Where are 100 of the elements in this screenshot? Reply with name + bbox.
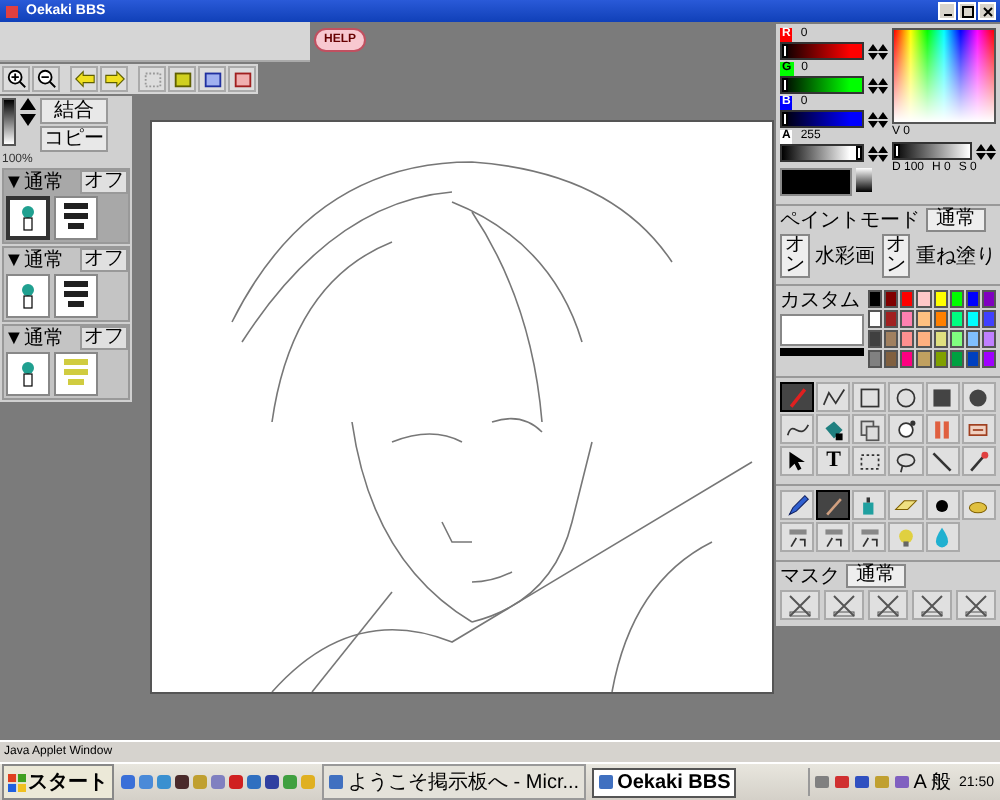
start-button[interactable]: スタート bbox=[2, 764, 114, 800]
color-swatch[interactable] bbox=[981, 310, 996, 328]
color-swatch[interactable] bbox=[900, 290, 915, 308]
zoom-in-button[interactable] bbox=[2, 66, 30, 92]
layer-button[interactable] bbox=[198, 66, 226, 92]
taskbar-button[interactable]: ようこそ掲示板へ - Micr... bbox=[322, 764, 586, 800]
color-swatch[interactable] bbox=[868, 350, 883, 368]
taskbar-button[interactable]: Oekaki BBS bbox=[591, 767, 737, 797]
layer-row[interactable]: ▼通常 オフ bbox=[2, 168, 130, 244]
tool-button[interactable] bbox=[888, 446, 924, 476]
brush-button[interactable] bbox=[780, 490, 815, 520]
color-swatch[interactable] bbox=[933, 350, 948, 368]
color-swatch[interactable] bbox=[965, 290, 980, 308]
layer-row[interactable]: ▼通常 オフ bbox=[2, 324, 130, 400]
color-swatch[interactable] bbox=[900, 330, 915, 348]
step-arrows-icon[interactable] bbox=[868, 111, 888, 127]
brush-button[interactable] bbox=[816, 490, 851, 520]
slider-thumb[interactable] bbox=[894, 144, 900, 158]
tool-button[interactable] bbox=[961, 446, 996, 476]
brush-button[interactable] bbox=[925, 490, 960, 520]
visibility-toggle[interactable]: オフ bbox=[80, 326, 128, 350]
color-swatch[interactable] bbox=[868, 330, 883, 348]
layer-mode[interactable]: ▼通常 bbox=[4, 249, 64, 271]
layer-row[interactable]: ▼通常 オフ bbox=[2, 246, 130, 322]
tool-button[interactable] bbox=[780, 446, 815, 476]
step-arrows-icon[interactable] bbox=[868, 145, 888, 161]
step-arrows-icon[interactable] bbox=[868, 77, 888, 93]
paint-mode-dropdown[interactable]: 通常 bbox=[926, 208, 986, 232]
color-swatch[interactable] bbox=[965, 330, 980, 348]
layer-mode[interactable]: ▼通常 bbox=[4, 327, 64, 349]
step-arrows-icon[interactable] bbox=[976, 143, 996, 159]
mask-slot-button[interactable] bbox=[824, 590, 864, 620]
color-slider[interactable] bbox=[780, 144, 864, 162]
delete-button[interactable] bbox=[228, 66, 256, 92]
tool-button[interactable] bbox=[888, 382, 924, 412]
color-spectrum[interactable] bbox=[892, 28, 996, 124]
color-swatch[interactable] bbox=[916, 290, 931, 308]
color-swatch[interactable] bbox=[916, 350, 931, 368]
mask-slot-button[interactable] bbox=[868, 590, 908, 620]
undo-button[interactable] bbox=[70, 66, 98, 92]
tool-button[interactable] bbox=[888, 414, 924, 444]
color-swatch[interactable] bbox=[916, 310, 931, 328]
redo-button[interactable] bbox=[100, 66, 128, 92]
color-swatch[interactable] bbox=[981, 350, 996, 368]
minimize-button[interactable] bbox=[938, 2, 956, 20]
color-swatch[interactable] bbox=[949, 350, 964, 368]
ime-indicator[interactable]: A bbox=[913, 771, 927, 793]
color-swatch[interactable] bbox=[868, 290, 883, 308]
ime-indicator[interactable]: 般 bbox=[930, 768, 951, 796]
layer-mode[interactable]: ▼通常 bbox=[4, 171, 64, 193]
tool-button[interactable] bbox=[852, 382, 887, 412]
on-button[interactable]: オン bbox=[780, 234, 809, 278]
color-swatch[interactable] bbox=[884, 350, 899, 368]
tool-button[interactable] bbox=[925, 446, 960, 476]
color-swatch[interactable] bbox=[949, 290, 964, 308]
slider-thumb[interactable] bbox=[782, 78, 788, 92]
slider-thumb[interactable] bbox=[782, 112, 788, 126]
mask-slot-button[interactable] bbox=[956, 590, 996, 620]
layer-action-button[interactable]: コピー bbox=[40, 126, 108, 152]
up-arrow-icon[interactable] bbox=[20, 98, 36, 110]
slider-thumb[interactable] bbox=[856, 146, 862, 160]
color-swatch[interactable] bbox=[884, 290, 899, 308]
tool-button[interactable] bbox=[780, 414, 815, 444]
color-slider[interactable] bbox=[780, 110, 864, 128]
tool-button[interactable]: T bbox=[816, 446, 851, 476]
mask-slot-button[interactable] bbox=[912, 590, 952, 620]
close-button[interactable] bbox=[978, 2, 996, 20]
slider-thumb[interactable] bbox=[782, 44, 788, 58]
color-swatch[interactable] bbox=[981, 290, 996, 308]
visibility-toggle[interactable]: オフ bbox=[80, 248, 128, 272]
color-swatch[interactable] bbox=[884, 330, 899, 348]
color-swatch[interactable] bbox=[965, 350, 980, 368]
layer-action-button[interactable]: 結合 bbox=[40, 98, 108, 124]
tool-button[interactable] bbox=[961, 382, 996, 412]
tool-button[interactable] bbox=[925, 382, 960, 412]
color-swatch[interactable] bbox=[916, 330, 931, 348]
color-swatch[interactable] bbox=[900, 310, 915, 328]
down-arrow-icon[interactable] bbox=[20, 114, 36, 126]
step-arrows-icon[interactable] bbox=[868, 43, 888, 59]
maximize-button[interactable] bbox=[958, 2, 976, 20]
color-swatch[interactable] bbox=[868, 310, 883, 328]
fill-button[interactable] bbox=[168, 66, 196, 92]
color-swatch[interactable] bbox=[933, 330, 948, 348]
on-button[interactable]: オン bbox=[881, 234, 910, 278]
color-slider[interactable] bbox=[780, 76, 864, 94]
color-swatch[interactable] bbox=[949, 310, 964, 328]
mask-slot-button[interactable] bbox=[780, 590, 820, 620]
color-swatch[interactable] bbox=[933, 290, 948, 308]
zoom-out-button[interactable] bbox=[32, 66, 60, 92]
color-swatch[interactable] bbox=[884, 310, 899, 328]
color-swatch[interactable] bbox=[900, 350, 915, 368]
tool-button[interactable] bbox=[816, 414, 851, 444]
color-swatch[interactable] bbox=[981, 330, 996, 348]
tool-button[interactable] bbox=[816, 382, 851, 412]
color-swatch[interactable] bbox=[933, 310, 948, 328]
tool-button[interactable] bbox=[852, 446, 887, 476]
tool-button[interactable] bbox=[780, 382, 815, 412]
color-slider[interactable] bbox=[780, 42, 864, 60]
color-swatch[interactable] bbox=[965, 310, 980, 328]
custom-color-grid[interactable] bbox=[780, 314, 864, 346]
